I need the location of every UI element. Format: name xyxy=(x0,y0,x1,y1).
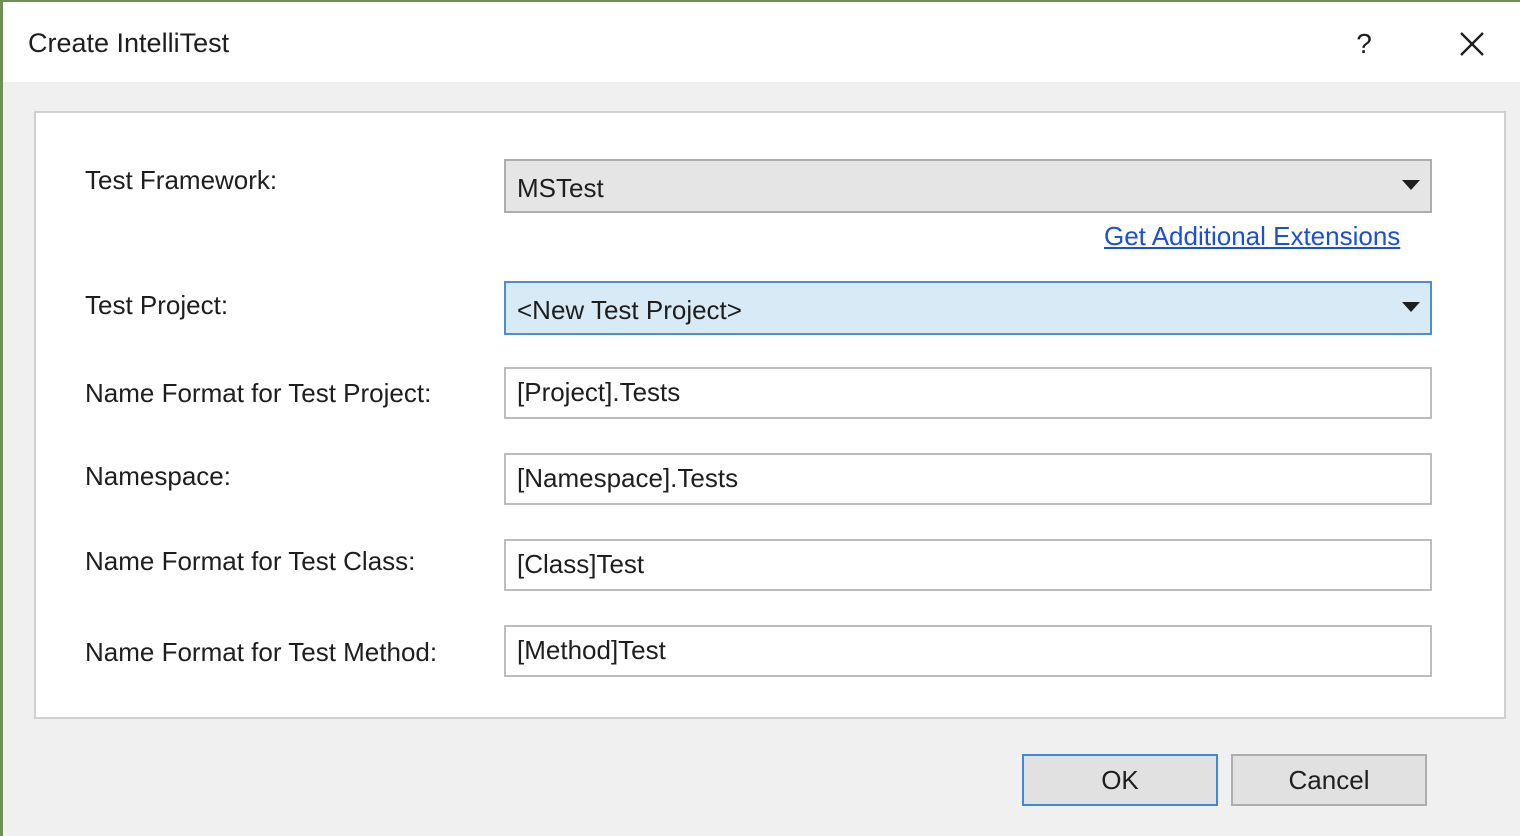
help-button[interactable]: ? xyxy=(1341,22,1387,66)
close-button[interactable] xyxy=(1449,22,1495,66)
method-name-format-label: Name Format for Test Method: xyxy=(85,637,438,667)
project-name-format-label: Name Format for Test Project: xyxy=(85,378,432,408)
class-name-format-label: Name Format for Test Class: xyxy=(85,546,416,576)
namespace-field[interactable]: [Namespace].Tests xyxy=(504,453,1432,505)
test-project-value: <New Test Project> xyxy=(517,295,742,325)
dropdown-arrow-icon xyxy=(1402,180,1420,190)
create-intellitest-dialog: Create IntelliTest ? Test Framework: MST… xyxy=(0,0,1520,836)
close-icon xyxy=(1460,32,1484,56)
namespace-label: Namespace: xyxy=(85,461,231,491)
settings-panel: Test Framework: MSTest Get Additional Ex… xyxy=(34,111,1506,719)
project-name-format-field[interactable]: [Project].Tests xyxy=(504,367,1432,419)
dropdown-arrow-icon xyxy=(1402,302,1420,312)
title-bar: Create IntelliTest ? xyxy=(3,2,1520,82)
test-framework-value: MSTest xyxy=(517,173,604,203)
test-framework-label: Test Framework: xyxy=(85,165,278,195)
get-additional-extensions-link[interactable]: Get Additional Extensions xyxy=(1104,221,1400,252)
cancel-button[interactable]: Cancel xyxy=(1231,754,1427,806)
class-name-format-field[interactable]: [Class]Test xyxy=(504,539,1432,591)
ok-button[interactable]: OK xyxy=(1022,754,1218,806)
method-name-format-field[interactable]: [Method]Test xyxy=(504,625,1432,677)
test-project-label: Test Project: xyxy=(85,290,229,320)
help-icon: ? xyxy=(1356,28,1372,59)
test-framework-dropdown[interactable]: MSTest xyxy=(504,159,1432,213)
dialog-title: Create IntelliTest xyxy=(28,28,230,58)
test-project-dropdown[interactable]: <New Test Project> xyxy=(504,281,1432,335)
